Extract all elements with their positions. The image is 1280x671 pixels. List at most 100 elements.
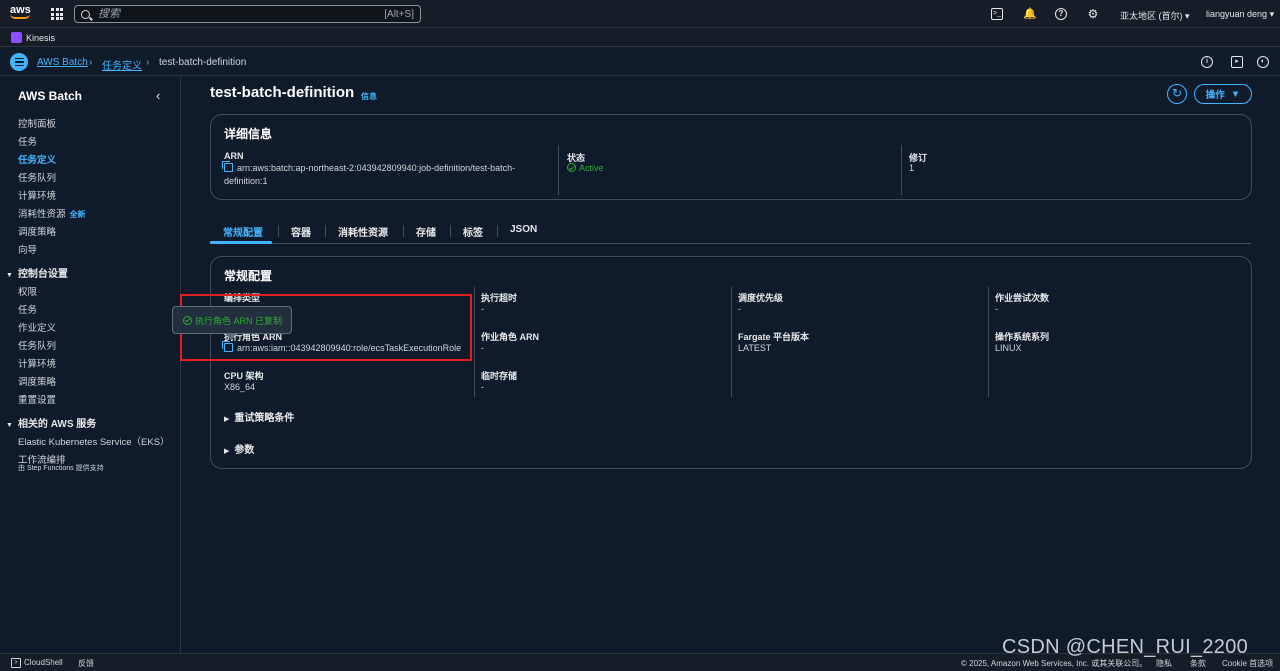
services-grid-icon[interactable] bbox=[51, 8, 63, 20]
sidebar-item-jobs[interactable]: 任务 bbox=[18, 134, 37, 148]
privacy-link[interactable]: 隐私 bbox=[1156, 658, 1172, 669]
terms-link[interactable]: 条款 bbox=[1190, 658, 1206, 669]
search-box[interactable]: [Alt+S] bbox=[74, 5, 421, 23]
divider bbox=[731, 287, 732, 397]
feedback-link[interactable]: 反馈 bbox=[78, 658, 94, 669]
sidebar-item-wizard[interactable]: 向导 bbox=[18, 242, 37, 256]
tab-separator bbox=[450, 225, 451, 237]
sidebar-item-permissions[interactable]: 权限 bbox=[18, 284, 37, 298]
section-related-services[interactable]: 相关的 AWS 服务 bbox=[6, 415, 96, 430]
tab-tags[interactable]: 标签 bbox=[463, 224, 483, 239]
sidebar-item-settings-job-definitions[interactable]: 作业定义 bbox=[18, 320, 56, 334]
page-title: test-batch-definition bbox=[210, 84, 355, 101]
copy-icon[interactable] bbox=[221, 160, 233, 172]
sidebar: AWS Batch ‹ 控制面板 任务 任务定义 任务队列 计算环境 消耗性资源… bbox=[0, 76, 181, 653]
copied-toast: 执行角色 ARN 已复制 bbox=[172, 306, 292, 334]
sidebar-item-eks[interactable]: Elastic Kubernetes Service（EKS） bbox=[18, 434, 170, 448]
tab-separator bbox=[403, 225, 404, 237]
info-icon[interactable]: i bbox=[1201, 56, 1213, 68]
general-config-title: 常规配置 bbox=[224, 269, 273, 283]
sidebar-item-reset-settings[interactable]: 重置设置 bbox=[18, 392, 56, 406]
divider bbox=[558, 145, 559, 195]
sidebar-item-settings-scheduling[interactable]: 调度策略 bbox=[18, 374, 56, 388]
cloudshell-link[interactable]: CloudShell bbox=[24, 658, 63, 667]
user-label: liangyuan deng bbox=[1206, 9, 1268, 19]
tab-storage[interactable]: 存储 bbox=[416, 224, 436, 239]
cookie-preferences-link[interactable]: Cookie 首选项 bbox=[1222, 658, 1273, 669]
general-config-card: 常规配置 编排类型 执行角色 ARN arn:aws:iam::04394280… bbox=[210, 256, 1252, 469]
sidebar-item-scheduling-policies[interactable]: 调度策略 bbox=[18, 224, 56, 238]
sidebar-item-job-definitions[interactable]: 任务定义 bbox=[18, 152, 56, 166]
actions-button[interactable]: 操作 ▼ bbox=[1194, 84, 1252, 104]
cloudshell-icon[interactable]: >_ bbox=[991, 8, 1003, 20]
section-console-settings[interactable]: 控制台设置 bbox=[6, 265, 68, 280]
sidebar-item-workflow-sub: 由 Step Functions 提供支持 bbox=[18, 465, 104, 472]
gear-icon[interactable]: ⚙ bbox=[1087, 8, 1099, 20]
aws-logo[interactable]: aws bbox=[10, 5, 36, 23]
divider bbox=[474, 287, 475, 397]
ephemeral-storage-value: - bbox=[481, 382, 484, 392]
sidebar-item-settings-compute-env[interactable]: 计算环境 bbox=[18, 356, 56, 370]
attempts-label: 作业尝试次数 bbox=[995, 293, 1050, 303]
search-input[interactable] bbox=[98, 8, 385, 20]
chevron-right-icon: › bbox=[89, 57, 93, 68]
refresh-icon: ↻ bbox=[1171, 86, 1183, 100]
top-navigation-bar: aws [Alt+S] >_ 🔔 ? ⚙ 亚太地区 (首尔) ▾ liangyu… bbox=[0, 0, 1280, 28]
tab-separator bbox=[278, 225, 279, 237]
sidebar-item-job-queues[interactable]: 任务队列 bbox=[18, 170, 56, 184]
sidebar-item-dashboard[interactable]: 控制面板 bbox=[18, 116, 56, 130]
caret-down-icon: ▼ bbox=[1230, 88, 1241, 100]
aws-logo-text: aws bbox=[10, 4, 31, 16]
new-badge: 全新 bbox=[69, 210, 86, 219]
retry-strategy-expander[interactable]: 重试策略条件 bbox=[224, 409, 294, 424]
tab-bar: 常规配置 容器 消耗性资源 存储 标签 JSON bbox=[210, 220, 1251, 244]
breadcrumb-aws-batch[interactable]: AWS Batch bbox=[37, 57, 88, 68]
check-circle-icon bbox=[183, 315, 192, 325]
attempts-value: - bbox=[995, 304, 998, 314]
settings-icon[interactable]: ◐ bbox=[1257, 56, 1269, 68]
main-content: test-batch-definition 信息 ↻ 操作 ▼ 详细信息 ARN … bbox=[181, 76, 1280, 653]
toast-tail bbox=[225, 333, 237, 340]
fargate-value: LATEST bbox=[738, 343, 772, 353]
parameters-expander[interactable]: 参数 bbox=[224, 441, 254, 456]
menu-toggle-button[interactable] bbox=[10, 53, 28, 71]
bell-icon[interactable]: 🔔 bbox=[1023, 8, 1037, 20]
sidebar-item-consumable-resources[interactable]: 消耗性资源 全新 bbox=[18, 206, 86, 220]
sidebar-item-compute-env[interactable]: 计算环境 bbox=[18, 188, 56, 202]
tab-json[interactable]: JSON bbox=[510, 224, 537, 235]
info-link[interactable]: 信息 bbox=[361, 91, 377, 102]
refresh-button[interactable]: ↻ bbox=[1167, 84, 1187, 104]
user-menu[interactable]: liangyuan deng ▾ bbox=[1206, 9, 1274, 20]
arn-label: ARN bbox=[224, 151, 244, 161]
help-icon[interactable]: ? bbox=[1055, 8, 1067, 20]
breadcrumb-bar: AWS Batch › 任务定义 › test-batch-definition… bbox=[0, 48, 1280, 76]
priority-value: - bbox=[738, 304, 741, 314]
actions-label: 操作 bbox=[1205, 90, 1225, 101]
details-card: 详细信息 ARN arn:aws:batch:ap-northeast-2:04… bbox=[210, 114, 1252, 200]
tab-separator bbox=[325, 225, 326, 237]
cpu-value: X86_64 bbox=[224, 382, 256, 392]
os-family-value: LINUX bbox=[995, 343, 1022, 353]
details-title: 详细信息 bbox=[224, 127, 273, 141]
sidebar-item-settings-jobs[interactable]: 任务 bbox=[18, 302, 37, 316]
favorite-kinesis[interactable]: Kinesis bbox=[26, 33, 55, 43]
collapse-sidebar-icon[interactable]: ‹ bbox=[156, 88, 160, 103]
timeout-value: - bbox=[481, 304, 484, 314]
region-label: 亚太地区 (首尔) bbox=[1120, 11, 1183, 21]
tab-general-config[interactable]: 常规配置 bbox=[223, 224, 263, 239]
tab-consumable-resources[interactable]: 消耗性资源 bbox=[338, 224, 388, 239]
divider bbox=[988, 287, 989, 397]
search-shortcut: [Alt+S] bbox=[384, 8, 414, 20]
search-icon bbox=[81, 9, 90, 19]
timeout-label: 执行超时 bbox=[481, 293, 518, 303]
breadcrumb-job-definitions[interactable]: 任务定义 bbox=[102, 57, 142, 72]
kinesis-icon bbox=[11, 32, 22, 43]
arn-line2: definition:1 bbox=[224, 176, 268, 186]
arn-line1: arn:aws:batch:ap-northeast-2:04394280994… bbox=[237, 163, 516, 173]
ephemeral-storage-label: 临时存储 bbox=[481, 371, 518, 381]
panel-icon[interactable]: ▸ bbox=[1231, 56, 1243, 68]
tab-container[interactable]: 容器 bbox=[291, 224, 311, 239]
sidebar-item-settings-job-queues[interactable]: 任务队列 bbox=[18, 338, 56, 352]
arn-value: arn:aws:batch:ap-northeast-2:04394280994… bbox=[221, 160, 544, 188]
region-selector[interactable]: 亚太地区 (首尔) ▾ bbox=[1120, 9, 1190, 22]
